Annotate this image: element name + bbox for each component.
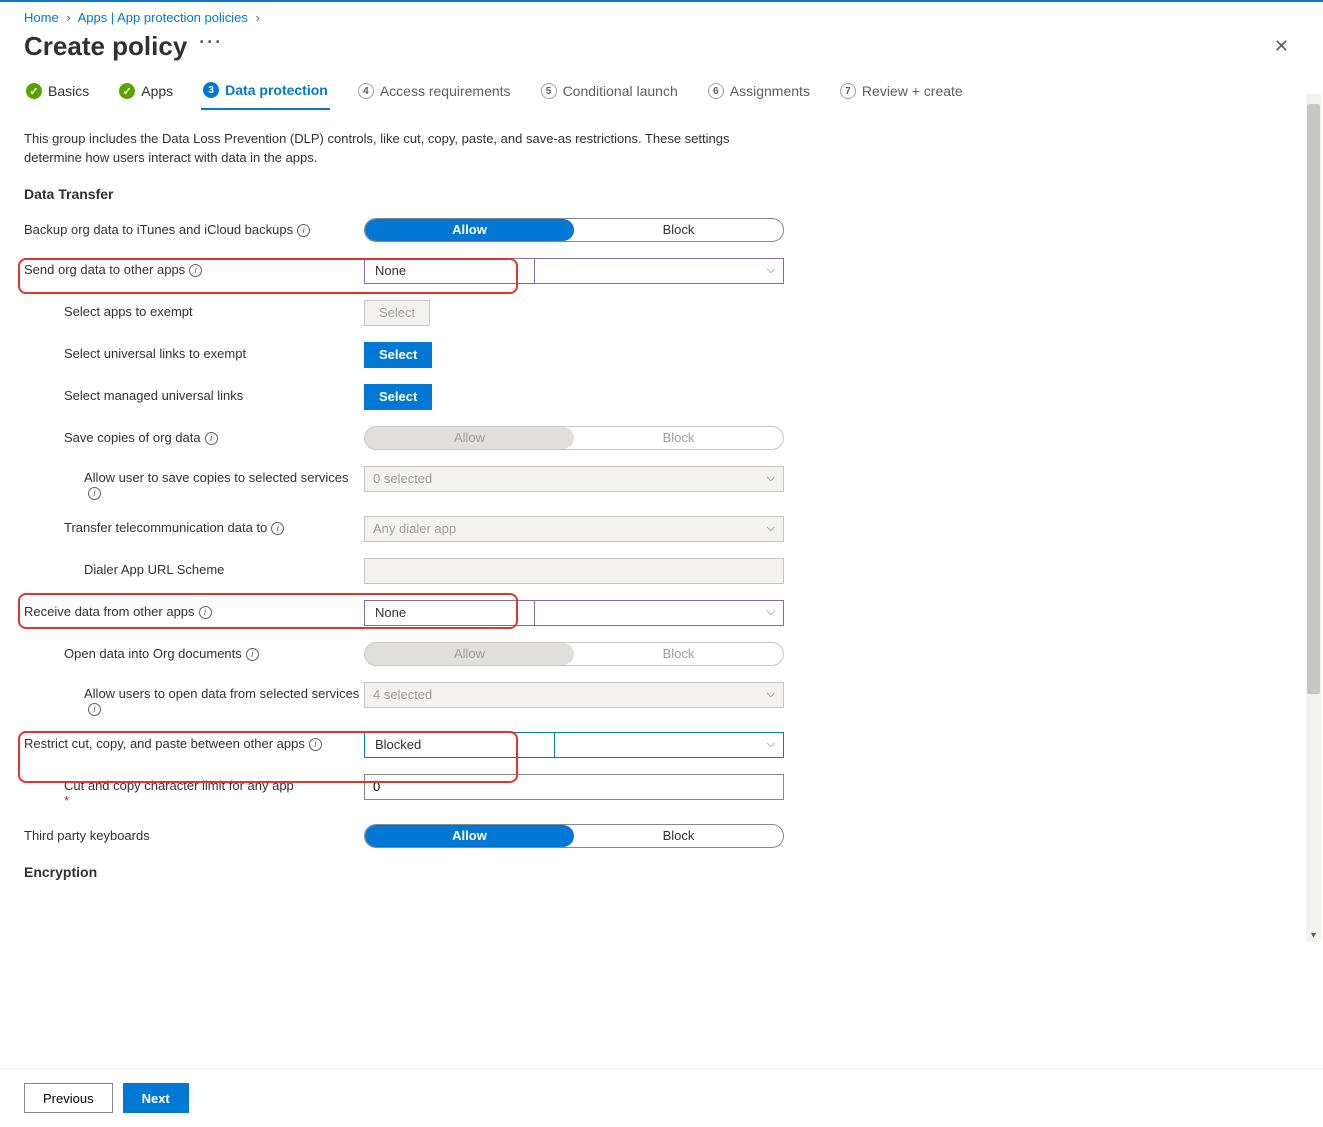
step-conditional-launch[interactable]: 5Conditional launch <box>539 77 680 109</box>
chevron-down-icon: ⌵ <box>767 606 775 619</box>
toggle-backup-allow[interactable]: Allow <box>365 219 574 241</box>
close-icon[interactable]: ✕ <box>1264 32 1299 61</box>
dropdown-receive-data[interactable]: None ⌵ <box>364 600 784 626</box>
chevron-down-icon: ⌵ <box>767 264 775 277</box>
label-open-services: Allow users to open data from selected s… <box>24 682 364 716</box>
toggle-backup[interactable]: Allow Block <box>364 218 784 242</box>
label-char-limit: Cut and copy character limit for any app… <box>24 774 364 808</box>
info-icon[interactable] <box>88 703 101 716</box>
step-access-requirements[interactable]: 4Access requirements <box>356 77 513 109</box>
breadcrumb: Home › Apps | App protection policies › <box>24 10 1299 25</box>
label-open-into: Open data into Org documents <box>24 642 364 661</box>
input-char-limit[interactable] <box>364 774 784 800</box>
dropdown-send-org-data[interactable]: None ⌵ <box>364 258 784 284</box>
label-backup: Backup org data to iTunes and iCloud bac… <box>24 218 364 237</box>
info-icon[interactable] <box>88 487 101 500</box>
label-dialer-scheme: Dialer App URL Scheme <box>24 558 364 577</box>
breadcrumb-path[interactable]: Apps | App protection policies <box>78 10 248 25</box>
step-data-protection[interactable]: 3Data protection <box>201 76 330 110</box>
breadcrumb-home[interactable]: Home <box>24 10 59 25</box>
toggle-open-into: Allow Block <box>364 642 784 666</box>
wizard-stepper: Basics Apps 3Data protection 4Access req… <box>24 76 1299 110</box>
chevron-down-icon: ⌵ <box>767 688 775 701</box>
toggle-save-copies: Allow Block <box>364 426 784 450</box>
dropdown-open-services: 4 selected⌵ <box>364 682 784 708</box>
step-basics[interactable]: Basics <box>24 77 91 109</box>
step-apps[interactable]: Apps <box>117 77 175 109</box>
toggle-tpkb-allow[interactable]: Allow <box>365 825 574 847</box>
dropdown-save-services: 0 selected⌵ <box>364 466 784 492</box>
info-icon[interactable] <box>271 522 284 535</box>
step-review-create[interactable]: 7Review + create <box>838 77 965 109</box>
info-icon[interactable] <box>309 738 322 751</box>
previous-button[interactable]: Previous <box>24 1083 113 1113</box>
input-dialer-scheme <box>364 558 784 584</box>
label-send-org-data: Send org data to other apps <box>24 258 364 277</box>
chevron-down-icon: ⌵ <box>767 522 775 535</box>
toggle-tpkb-block[interactable]: Block <box>574 825 783 847</box>
section-header-encryption: Encryption <box>24 864 1279 880</box>
label-managed-links: Select managed universal links <box>24 384 364 403</box>
section-description: This group includes the Data Loss Preven… <box>24 130 744 168</box>
label-restrict-ccp: Restrict cut, copy, and paste between ot… <box>24 732 364 751</box>
select-exempt-apps-button: Select <box>364 300 430 326</box>
dropdown-telecom: Any dialer app⌵ <box>364 516 784 542</box>
info-icon[interactable] <box>199 606 212 619</box>
info-icon[interactable] <box>297 224 310 237</box>
label-save-services: Allow user to save copies to selected se… <box>24 466 364 500</box>
label-telecom: Transfer telecommunication data to <box>24 516 364 535</box>
info-icon[interactable] <box>246 648 259 661</box>
label-third-party-kb: Third party keyboards <box>24 824 364 843</box>
toggle-third-party-kb[interactable]: Allow Block <box>364 824 784 848</box>
chevron-down-icon: ⌵ <box>767 472 775 485</box>
dropdown-restrict-ccp[interactable]: Blocked ⌵ <box>364 732 784 758</box>
page-title: Create policy <box>24 31 187 62</box>
scroll-down-arrow[interactable]: ▾ <box>1306 928 1321 943</box>
more-actions[interactable]: ··· <box>199 32 223 53</box>
section-header-data-transfer: Data Transfer <box>24 186 1279 202</box>
toggle-backup-block[interactable]: Block <box>574 219 783 241</box>
info-icon[interactable] <box>205 432 218 445</box>
label-receive-data: Receive data from other apps <box>24 600 364 619</box>
step-assignments[interactable]: 6Assignments <box>706 77 812 109</box>
next-button[interactable]: Next <box>123 1083 189 1113</box>
info-icon[interactable] <box>189 264 202 277</box>
label-save-copies: Save copies of org data <box>24 426 364 445</box>
chevron-down-icon: ⌵ <box>767 738 775 751</box>
label-exempt-links: Select universal links to exempt <box>24 342 364 361</box>
scrollbar-thumb[interactable] <box>1307 104 1320 694</box>
select-managed-links-button[interactable]: Select <box>364 384 432 410</box>
label-exempt-apps: Select apps to exempt <box>24 300 364 319</box>
select-exempt-links-button[interactable]: Select <box>364 342 432 368</box>
wizard-footer: Previous Next <box>0 1068 1323 1127</box>
